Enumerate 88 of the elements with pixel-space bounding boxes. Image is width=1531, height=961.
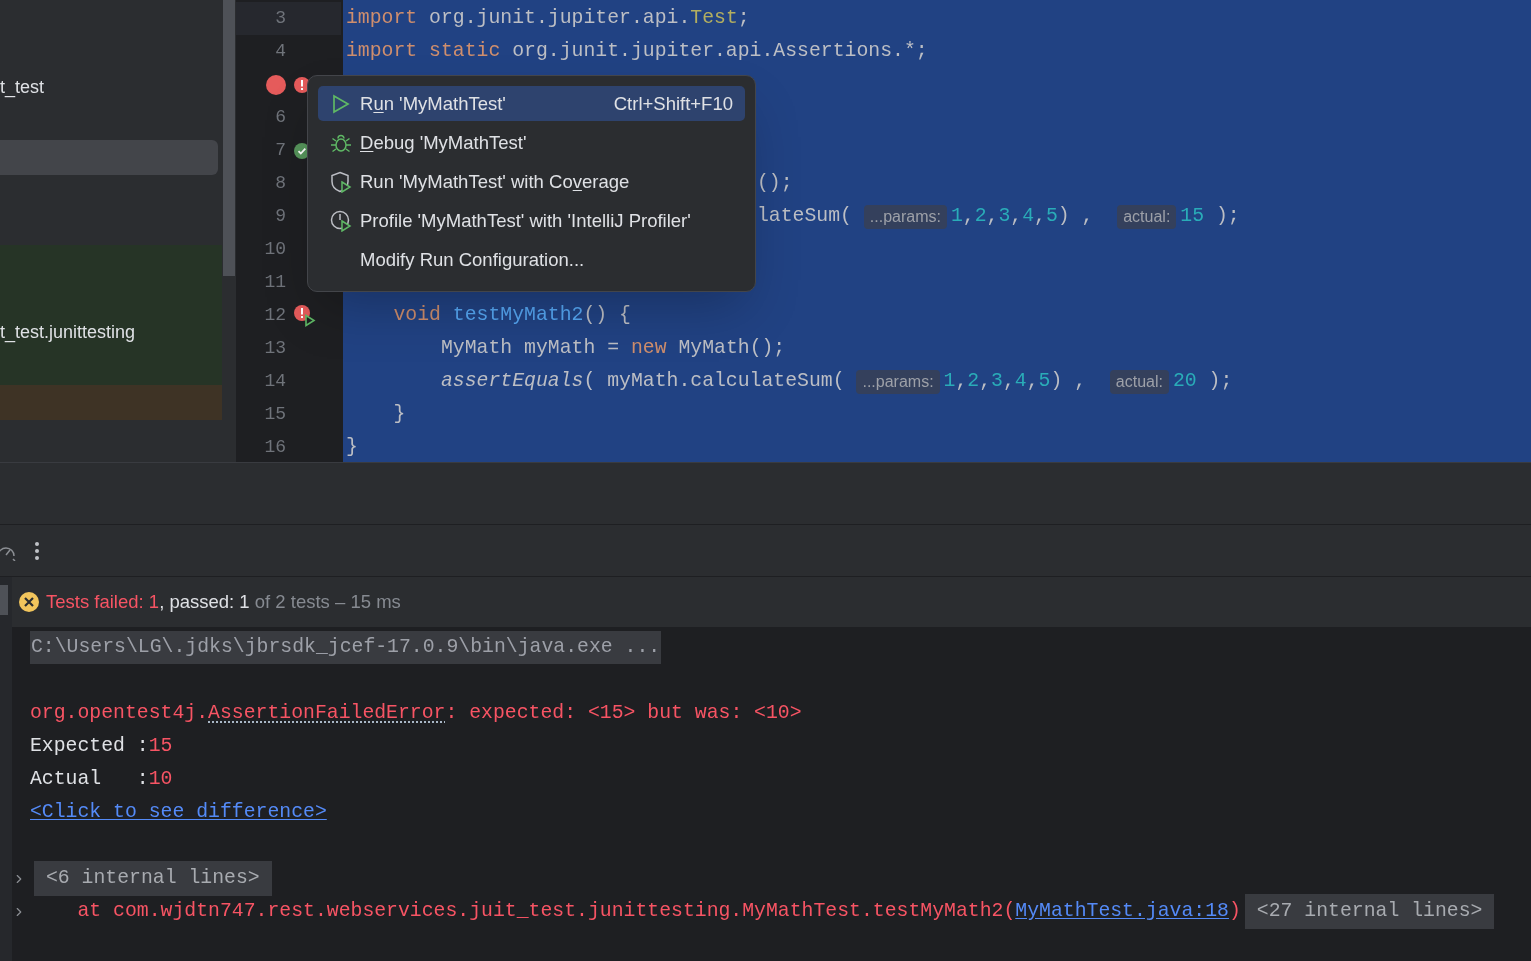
code-text: 1 bbox=[943, 368, 956, 394]
link[interactable]: <Click to see difference> bbox=[30, 797, 327, 828]
line-number: 13 bbox=[264, 337, 286, 360]
code-text: 5 bbox=[1046, 203, 1058, 229]
parameter-hint: actual: bbox=[1117, 204, 1177, 229]
code-text: , bbox=[955, 368, 968, 394]
code-text: , bbox=[979, 368, 992, 394]
code-text: ( myMath.calculateSum( bbox=[583, 368, 846, 394]
code-text: import static bbox=[346, 38, 501, 64]
code-text: } bbox=[346, 434, 358, 460]
console-text: Expected : bbox=[30, 733, 149, 759]
line-number: 4 bbox=[275, 40, 286, 63]
code-text: import bbox=[346, 5, 418, 31]
menu-item[interactable]: Debug 'MyMathTest' bbox=[318, 125, 745, 160]
parameter-hint: actual: bbox=[1109, 369, 1169, 394]
code-text: assertEquals bbox=[439, 368, 584, 394]
code-text: testMyMath2 bbox=[451, 302, 584, 328]
exception-link[interactable]: AssertionFailedError bbox=[208, 698, 446, 729]
menu-item[interactable]: Run 'MyMathTest' Ctrl+Shift+F10 bbox=[318, 86, 745, 121]
code-text: 1 bbox=[951, 203, 963, 229]
code-text: 4 bbox=[1022, 203, 1035, 229]
line-number: 12 bbox=[264, 304, 286, 327]
code-text: 3 bbox=[998, 203, 1011, 229]
code-text: , bbox=[1002, 368, 1015, 394]
error-run-icon[interactable] bbox=[294, 304, 316, 327]
scrollbar-thumb[interactable] bbox=[223, 0, 235, 276]
menu-item[interactable]: Modify Run Configuration... bbox=[318, 242, 745, 277]
line-number: 16 bbox=[264, 436, 286, 459]
console-text: Actual : bbox=[30, 766, 149, 792]
code-text: (); bbox=[757, 170, 793, 196]
code-text: ) , bbox=[1050, 368, 1088, 394]
failed-icon bbox=[18, 591, 40, 613]
more-icon[interactable] bbox=[34, 540, 40, 561]
line-number: 14 bbox=[264, 370, 286, 393]
menu-item[interactable]: Profile 'MyMathTest' with 'IntelliJ Profiler' bbox=[318, 203, 745, 238]
line-number: 9 bbox=[275, 205, 286, 228]
breakpoint-icon[interactable] bbox=[266, 74, 286, 95]
code-text: ); bbox=[1214, 203, 1240, 229]
test-summary: Tests failed: 1, passed: 1 of 2 tests – 15 ms bbox=[46, 590, 401, 615]
line-number: 10 bbox=[264, 238, 286, 261]
error-text: 15 bbox=[148, 733, 173, 759]
code-text: ; bbox=[737, 5, 750, 31]
line-number: 3 bbox=[275, 7, 286, 30]
tree-item-label[interactable]: t_test bbox=[0, 74, 45, 101]
code-text: , bbox=[1034, 203, 1046, 229]
code-text: MyMath myMath = bbox=[439, 335, 621, 361]
code-text: , bbox=[986, 203, 999, 229]
code-text: 4 bbox=[1014, 368, 1027, 394]
error-text: at com.wjdtn747.rest.webservices.juit_test.junittesting.MyMathTest.testMyMath2( bbox=[76, 898, 1016, 924]
code-text: org.junit.jupiter.api.Assertions.*; bbox=[511, 38, 928, 64]
code-text: , bbox=[1010, 203, 1023, 229]
gauge-play-icon bbox=[330, 209, 352, 232]
code-text: } bbox=[392, 401, 406, 427]
code-text: 2 bbox=[974, 203, 987, 229]
error-text: 10 bbox=[148, 766, 173, 792]
error-text: : expected: <15> but was: <10> bbox=[445, 700, 802, 726]
code-text: , bbox=[962, 203, 975, 229]
folded-lines[interactable]: <6 internal lines> bbox=[34, 860, 272, 897]
line-number: 6 bbox=[275, 106, 286, 129]
line-number: 8 bbox=[275, 172, 286, 195]
parameter-hint: ...params: bbox=[863, 204, 947, 229]
shield-play-icon bbox=[330, 170, 352, 193]
parameter-hint: ...params: bbox=[856, 369, 940, 394]
line-number: 11 bbox=[264, 271, 286, 294]
menu-item[interactable]: Run 'MyMathTest' with Coverage bbox=[318, 164, 745, 199]
link[interactable]: MyMathTest.java:18 bbox=[1015, 896, 1229, 927]
play-icon bbox=[330, 93, 350, 114]
error-text: org.opentest4j. bbox=[30, 700, 209, 726]
code-text: MyMath(); bbox=[677, 335, 786, 361]
code-text: org.junit.jupiter.api. bbox=[428, 5, 691, 31]
code-text: , bbox=[1026, 368, 1039, 394]
code-text: 2 bbox=[967, 368, 980, 394]
folded-lines[interactable]: <27 internal lines> bbox=[1244, 893, 1495, 930]
code-text: Test bbox=[690, 5, 738, 31]
scrollbar-thumb[interactable] bbox=[0, 585, 8, 615]
code-text: () { bbox=[583, 302, 631, 328]
code-text: lateSum( bbox=[757, 203, 853, 229]
line-number: 15 bbox=[264, 403, 286, 426]
code-text: 3 bbox=[991, 368, 1003, 394]
code-text: 5 bbox=[1038, 368, 1051, 394]
code-text: 15 bbox=[1180, 203, 1205, 229]
line-number: 7 bbox=[275, 139, 286, 162]
code-text: 20 bbox=[1172, 368, 1197, 394]
code-text: ); bbox=[1207, 368, 1233, 394]
code-text: void bbox=[392, 302, 441, 328]
code-text: ) , bbox=[1057, 203, 1095, 229]
error-text: ) bbox=[1228, 898, 1241, 924]
code-text: new bbox=[630, 335, 667, 361]
